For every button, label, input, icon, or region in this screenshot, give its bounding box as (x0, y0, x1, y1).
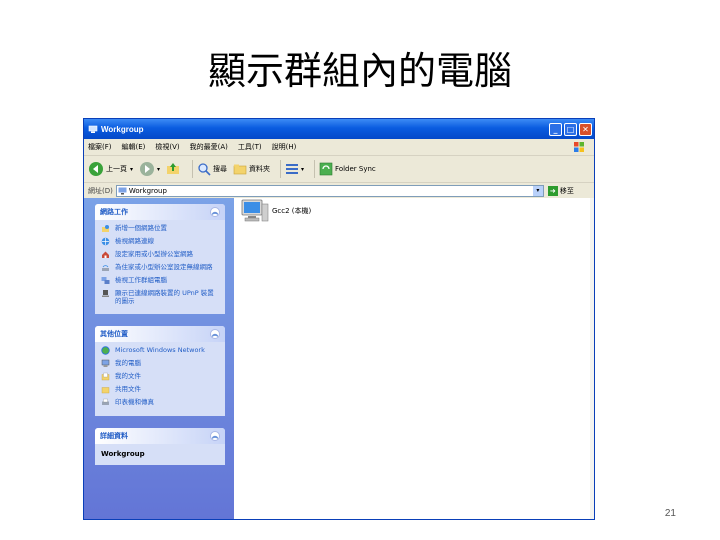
folders-label: 資料夾 (249, 165, 271, 173)
toolbar-divider (314, 160, 316, 178)
task-show-upnp-icons[interactable]: 顯示已連線網路裝置的 UPnP 裝置的圖示 (101, 289, 220, 305)
views-icon (286, 164, 299, 174)
other-places-header[interactable]: 其他位置 ︽ (95, 326, 225, 342)
windows-logo-icon (574, 142, 584, 152)
menu-file[interactable]: 檔案(F) (88, 142, 112, 152)
toolbar-divider (280, 160, 282, 178)
address-label: 網址(D) (88, 187, 113, 195)
toolbar-divider (192, 160, 194, 178)
folder-up-icon (167, 163, 180, 174)
search-button[interactable]: 搜尋 (197, 162, 227, 176)
network-tasks-title: 網路工作 (100, 208, 128, 216)
forward-arrow-icon (140, 162, 155, 176)
up-button[interactable] (166, 162, 182, 176)
place-windows-network[interactable]: Microsoft Windows Network (101, 346, 220, 355)
toolbar: 上一頁 ▾ ▾ 搜尋 資料夾 ▾ Folder Sync (84, 156, 594, 183)
place-shared-documents[interactable]: 共用文件 (101, 385, 220, 394)
close-button[interactable]: ✕ (579, 122, 592, 136)
computer-label: Gcc2 (本機) (272, 207, 312, 215)
explorer-window: Workgroup _ □ ✕ 檔案(F) 編輯(E) 檢視(V) 我的最愛(A… (83, 118, 595, 520)
title-bar[interactable]: Workgroup _ □ ✕ (84, 119, 594, 139)
minimize-button[interactable]: _ (549, 122, 562, 136)
search-label: 搜尋 (213, 165, 228, 173)
back-button[interactable]: 上一頁 ▾ (88, 161, 133, 177)
documents-folder-icon (101, 372, 110, 381)
printer-icon (102, 398, 109, 405)
address-value: Workgroup (128, 187, 167, 195)
other-places-title: 其他位置 (100, 330, 128, 338)
network-icon (88, 125, 98, 133)
wireless-icon (102, 265, 109, 271)
views-button[interactable]: ▾ (285, 163, 304, 175)
task-view-connections[interactable]: 檢視網路連線 (101, 237, 220, 246)
chevron-down-icon: ▾ (130, 165, 134, 173)
menu-view[interactable]: 檢視(V) (155, 142, 179, 152)
details-workgroup-name: Workgroup (101, 450, 145, 458)
folder-sync-label: Folder Sync (335, 165, 376, 173)
go-arrow-icon: ➜ (547, 186, 558, 196)
network-connections-icon (101, 237, 110, 246)
network-tasks-header[interactable]: 網路工作 ︽ (95, 204, 225, 220)
network-icon (118, 187, 127, 195)
details-header[interactable]: 詳細資料 ︽ (95, 428, 225, 444)
globe-icon (101, 346, 110, 355)
computer-icon (101, 359, 110, 367)
back-label: 上一頁 (106, 165, 127, 173)
home-network-icon (102, 251, 109, 258)
details-panel: 詳細資料 ︽ Workgroup (95, 428, 225, 465)
address-input[interactable]: Workgroup ▾ (115, 185, 544, 197)
search-icon (198, 163, 211, 176)
other-places-panel: 其他位置 ︽ Microsoft Windows Network 我的電腦 我的… (95, 326, 225, 416)
go-label: 移至 (559, 187, 574, 195)
menu-bar: 檔案(F) 編輯(E) 檢視(V) 我的最愛(A) 工具(T) 說明(H) (84, 139, 594, 156)
task-setup-wireless-network[interactable]: 為住家或小型辦公室設定無線網路 (101, 263, 220, 272)
computer-item[interactable]: Gcc2 (本機) (240, 198, 311, 224)
folder-icon (233, 164, 247, 175)
chevron-down-icon: ▾ (157, 165, 161, 173)
collapse-icon[interactable]: ︽ (210, 207, 220, 217)
place-my-computer[interactable]: 我的電腦 (101, 359, 220, 368)
window-title: Workgroup (101, 124, 144, 134)
page-number: 21 (664, 508, 676, 519)
task-add-network-place[interactable]: 新增一個網路位置 (101, 224, 220, 233)
task-pane: 網路工作 ︽ 新增一個網路位置 檢視網路連線 設定家用或小型辦公室網路 為住家或… (84, 198, 234, 519)
collapse-icon[interactable]: ︽ (210, 431, 220, 441)
address-dropdown-icon[interactable]: ▾ (532, 186, 543, 196)
shared-folder-icon (101, 387, 110, 394)
details-title: 詳細資料 (100, 432, 128, 440)
network-tasks-panel: 網路工作 ︽ 新增一個網路位置 檢視網路連線 設定家用或小型辦公室網路 為住家或… (95, 204, 225, 314)
menu-tools[interactable]: 工具(T) (238, 142, 262, 152)
folders-button[interactable]: 資料夾 (233, 162, 270, 176)
slide-title: 顯示群組內的電腦 (207, 49, 512, 93)
workgroup-icon (101, 277, 110, 284)
place-my-documents[interactable]: 我的文件 (101, 372, 220, 381)
add-network-place-icon (102, 225, 109, 232)
menu-edit[interactable]: 編輯(E) (122, 142, 146, 152)
back-arrow-icon (89, 162, 103, 176)
menu-help[interactable]: 說明(H) (272, 142, 297, 152)
computer-icon (241, 199, 269, 222)
collapse-icon[interactable]: ︽ (210, 329, 220, 339)
sync-icon (319, 162, 333, 176)
maximize-button[interactable]: □ (564, 122, 577, 136)
upnp-device-icon (102, 290, 109, 297)
file-view[interactable]: Gcc2 (本機) (234, 198, 594, 519)
menu-favorites[interactable]: 我的最愛(A) (190, 142, 228, 152)
content-area: 網路工作 ︽ 新增一個網路位置 檢視網路連線 設定家用或小型辦公室網路 為住家或… (84, 198, 594, 519)
place-printers-faxes[interactable]: 印表機和傳真 (101, 398, 220, 407)
folder-sync-button[interactable]: Folder Sync (319, 162, 376, 176)
scrollbar[interactable] (590, 198, 594, 519)
task-view-workgroup-computers[interactable]: 檢視工作群組電腦 (101, 276, 220, 285)
go-button[interactable]: ➜ 移至 (547, 186, 574, 196)
forward-button[interactable]: ▾ (139, 161, 160, 177)
task-setup-home-network[interactable]: 設定家用或小型辦公室網路 (101, 250, 220, 259)
chevron-down-icon: ▾ (301, 165, 305, 173)
